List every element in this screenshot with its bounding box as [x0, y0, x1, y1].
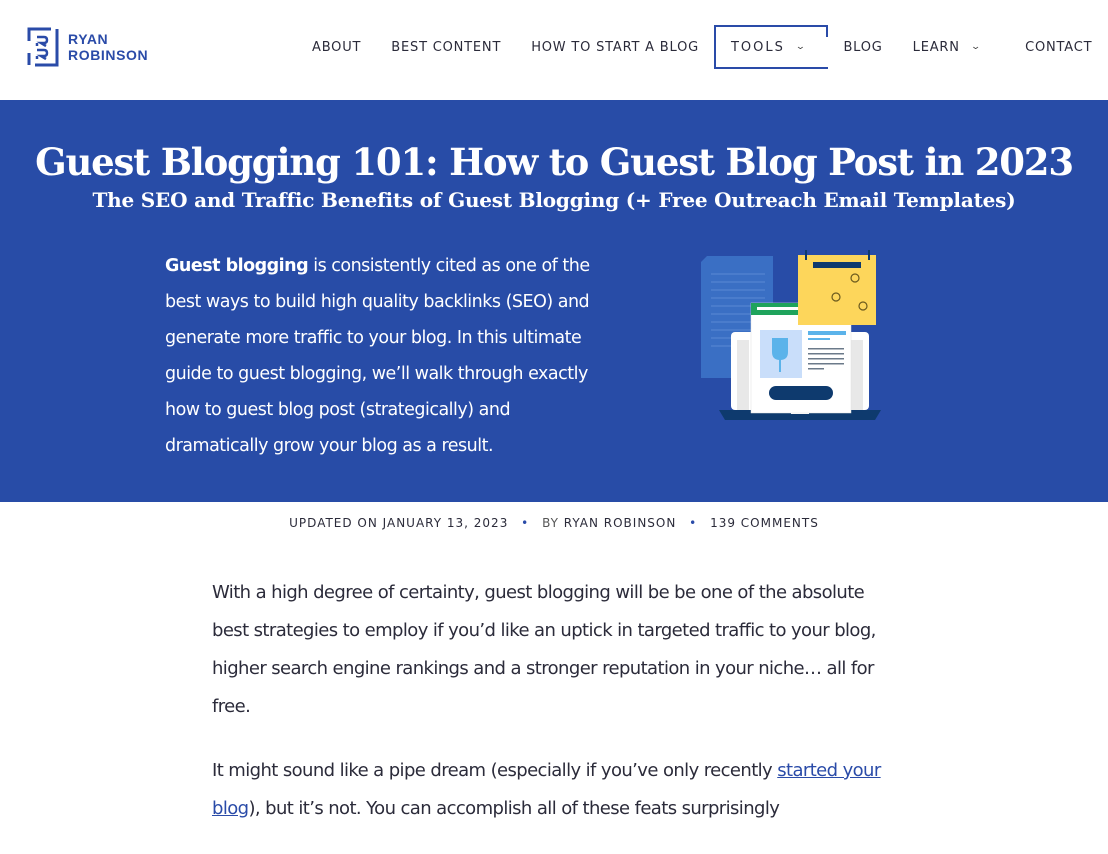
meta-separator: • — [521, 516, 530, 530]
paragraph-text: ), but it’s not. You can accomplish all … — [248, 798, 780, 819]
nav-label: TOOLS — [730, 39, 785, 55]
nav-item-contact[interactable]: CONTACT — [1010, 25, 1107, 69]
article-paragraph: With a high degree of certainty, guest b… — [212, 582, 876, 717]
nav-item-learn[interactable]: LEARN ⌄ — [898, 25, 1010, 69]
nav-label: LEARN — [912, 39, 960, 55]
chevron-down-icon[interactable]: ⌄ — [795, 42, 808, 52]
rr-monogram-icon — [27, 27, 59, 67]
logo-wordmark: RYAN ROBINSON — [68, 31, 148, 63]
nav-label: HOW TO START A BLOG — [531, 39, 699, 55]
logo-line-2: ROBINSON — [68, 47, 149, 63]
nav-item-tools[interactable]: TOOLS ⌄ — [713, 25, 829, 69]
nav-item-blog[interactable]: BLOG — [828, 25, 897, 69]
site-logo[interactable]: RYAN ROBINSON — [27, 27, 148, 67]
nav-label: CONTACT — [1025, 39, 1093, 55]
comments-link[interactable]: 139 COMMENTS — [710, 516, 819, 530]
article-paragraph: It might sound like a pipe dream (especi… — [212, 752, 902, 828]
nav-item-how-to-start-a-blog[interactable]: HOW TO START A BLOG — [516, 25, 714, 69]
by-label: BY — [542, 516, 559, 530]
updated-date: UPDATED ON JANUARY 13, 2023 — [289, 516, 509, 530]
nav-label: BEST CONTENT — [391, 39, 502, 55]
paragraph-text: It might sound like a pipe dream (especi… — [212, 760, 778, 781]
author-link[interactable]: RYAN ROBINSON — [564, 516, 677, 530]
logo-line-1: RYAN — [68, 31, 109, 47]
nav-label: BLOG — [843, 39, 883, 55]
laptop-blog-calendar-illustration — [701, 250, 881, 420]
meta-separator: • — [689, 516, 698, 530]
article-body: With a high degree of certainty, guest b… — [212, 574, 902, 854]
page-subtitle: The SEO and Traffic Benefits of Guest Bl… — [92, 188, 1016, 212]
site-header: RYAN ROBINSON ABOUT BEST CONTENT HOW TO … — [0, 0, 1108, 100]
intro-bold: Guest blogging — [165, 256, 309, 276]
calendar-icon — [798, 250, 876, 325]
chevron-down-icon[interactable]: ⌄ — [970, 42, 982, 52]
nav-item-about[interactable]: ABOUT — [297, 25, 376, 69]
nav-item-best-content[interactable]: BEST CONTENT — [376, 25, 516, 69]
main-nav: ABOUT BEST CONTENT HOW TO START A BLOG T… — [297, 25, 1107, 69]
post-meta: UPDATED ON JANUARY 13, 2023 • BY RYAN RO… — [0, 516, 1108, 530]
nav-label: ABOUT — [312, 39, 362, 55]
intro-text: is consistently cited as one of the best… — [165, 256, 590, 456]
page-title: Guest Blogging 101: How to Guest Blog Po… — [35, 140, 1074, 184]
hero-intro: Guest blogging is consistently cited as … — [165, 248, 615, 464]
